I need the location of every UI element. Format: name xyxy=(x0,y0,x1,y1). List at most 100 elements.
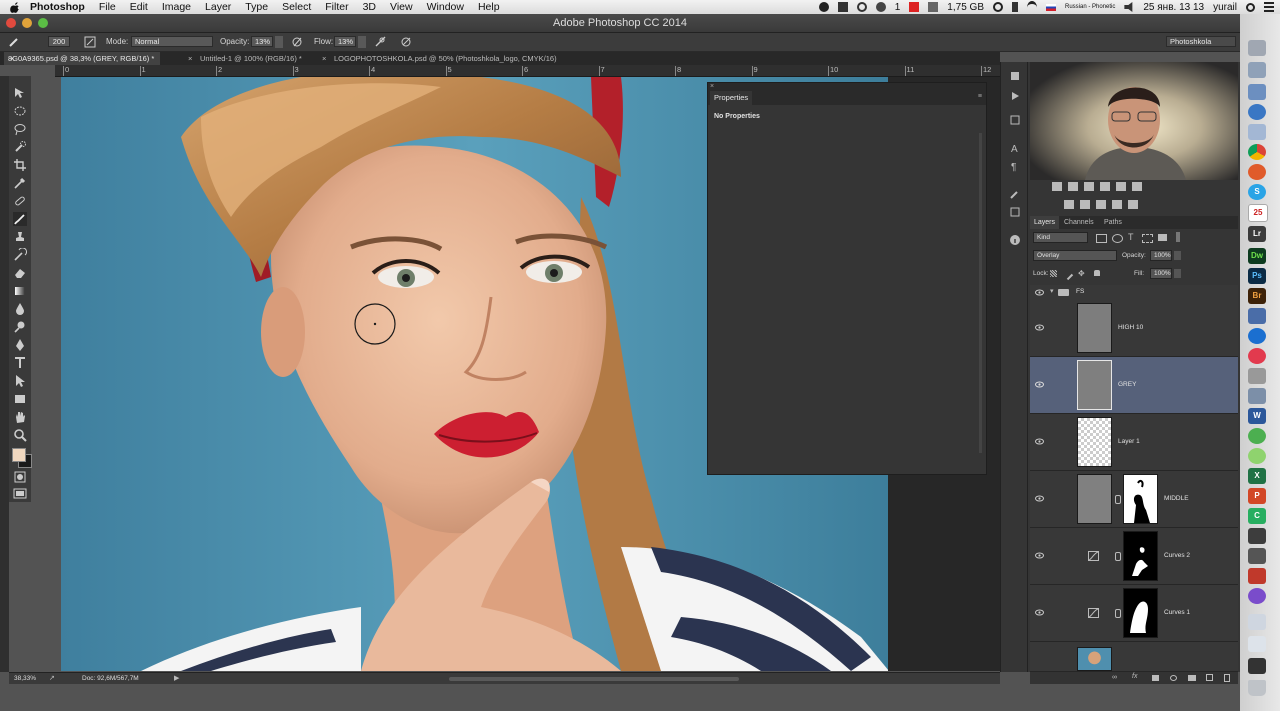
lasso-tool-icon[interactable] xyxy=(13,122,27,136)
dock-folder-icon[interactable] xyxy=(1248,614,1266,630)
trash-icon[interactable] xyxy=(1224,674,1230,682)
dock-bridge-icon[interactable]: Br xyxy=(1248,288,1266,304)
flow-field[interactable]: 13% xyxy=(334,36,356,47)
opacity-field[interactable]: 13% xyxy=(251,36,273,47)
blend-mode-select[interactable]: Overlay xyxy=(1033,250,1117,261)
layer-mask-thumbnail[interactable] xyxy=(1123,474,1158,524)
dock-app-icon[interactable] xyxy=(1248,308,1266,324)
screen-mode-icon[interactable] xyxy=(13,486,27,500)
layer-row-middle[interactable]: MIDDLE xyxy=(1030,471,1238,528)
info-panel-icon[interactable] xyxy=(1009,114,1021,126)
marquee-tool-icon[interactable] xyxy=(13,104,27,118)
eye-icon[interactable] xyxy=(1035,552,1044,559)
flag-icon[interactable] xyxy=(1046,3,1056,11)
eyedropper-tool-icon[interactable] xyxy=(13,176,27,190)
dock-firefox-icon[interactable] xyxy=(1248,164,1266,180)
type-tool-icon[interactable] xyxy=(13,356,27,370)
dock-skype-icon[interactable]: S xyxy=(1248,184,1266,200)
new-group-icon[interactable] xyxy=(1188,675,1196,681)
bluetooth-icon[interactable] xyxy=(1012,2,1018,12)
mode-select[interactable]: Normal xyxy=(131,36,213,47)
shape-tool-icon[interactable] xyxy=(13,392,27,406)
eye-icon[interactable] xyxy=(1035,324,1044,331)
dock-maps-icon[interactable] xyxy=(1248,448,1266,464)
menu-window[interactable]: Window xyxy=(427,1,464,13)
history-panel-icon[interactable] xyxy=(1009,70,1021,82)
status-menu-arrow-icon[interactable]: ▶ xyxy=(174,674,179,682)
new-adjustment-icon[interactable] xyxy=(1170,675,1177,681)
zoom-level[interactable]: 38,33% xyxy=(14,675,36,682)
sync-icon[interactable] xyxy=(856,2,867,12)
filter-type-icon[interactable]: T xyxy=(1128,232,1134,242)
menu-type[interactable]: Type xyxy=(245,1,268,13)
opacity-dropdown-button[interactable] xyxy=(275,36,283,48)
layer-mask-thumbnail[interactable] xyxy=(1123,531,1158,581)
dock-calendar-icon[interactable]: 25 xyxy=(1248,204,1268,222)
photo-filter-adjustment-icon[interactable] xyxy=(1064,200,1074,209)
wifi-icon[interactable] xyxy=(1027,0,1037,14)
brush-presets-icon[interactable] xyxy=(1009,206,1021,218)
crop-tool-icon[interactable] xyxy=(13,158,27,172)
curves-adjustment-icon[interactable] xyxy=(1084,182,1094,191)
cycle-icon[interactable] xyxy=(993,2,1003,12)
link-layers-icon[interactable]: ∞ xyxy=(1112,674,1117,681)
red-app-icon[interactable] xyxy=(909,2,920,12)
eye-icon[interactable] xyxy=(1035,381,1044,388)
quick-select-tool-icon[interactable] xyxy=(13,140,27,154)
layer-row-layer-1[interactable]: Layer 1 xyxy=(1030,414,1238,471)
exposure-adjustment-icon[interactable] xyxy=(1100,182,1110,191)
tab-layers[interactable]: Layers xyxy=(1030,216,1060,229)
share-icon[interactable]: ↗ xyxy=(49,674,55,682)
quick-mask-icon[interactable] xyxy=(13,470,27,484)
dock-word-icon[interactable]: W xyxy=(1248,408,1266,424)
history-brush-tool-icon[interactable] xyxy=(13,248,27,262)
menu-filter[interactable]: Filter xyxy=(325,1,348,13)
volume-icon[interactable] xyxy=(1124,2,1133,12)
dock-system-prefs-icon[interactable] xyxy=(1248,368,1266,384)
cloud-icon[interactable] xyxy=(875,2,886,12)
menu-layer[interactable]: Layer xyxy=(205,1,231,13)
clone-stamp-tool-icon[interactable] xyxy=(13,230,27,244)
layer-row-curves-1[interactable]: Curves 1 xyxy=(1030,585,1238,642)
properties-scrollbar[interactable] xyxy=(979,133,982,453)
brush-panel-icon[interactable] xyxy=(84,36,96,48)
hue-saturation-adjustment-icon[interactable] xyxy=(1132,182,1142,191)
menu-image[interactable]: Image xyxy=(162,1,191,13)
doc-tab-1[interactable]: × 8G0A9365.psd @ 38,3% (GREY, RGB/16) * xyxy=(4,52,161,65)
dock-trash-icon[interactable] xyxy=(1248,680,1266,696)
layer-row-grey[interactable]: GREY xyxy=(1030,357,1238,414)
dock-viber-icon[interactable] xyxy=(1248,588,1266,604)
tab-channels[interactable]: Channels xyxy=(1060,216,1098,229)
foreground-color-swatch[interactable] xyxy=(12,448,26,462)
new-layer-icon[interactable] xyxy=(1206,674,1213,681)
dock-chrome-icon[interactable] xyxy=(1248,144,1266,160)
doc-size[interactable]: Doc: 92,6M/567,7M xyxy=(82,675,139,682)
horizontal-ruler[interactable]: 0 1 2 3 4 5 6 7 8 9 10 11 12 xyxy=(55,65,1000,77)
tab-paths[interactable]: Paths xyxy=(1100,216,1126,229)
invert-adjustment-icon[interactable] xyxy=(1080,200,1090,209)
link-icon[interactable] xyxy=(1115,495,1121,504)
dock-appstore-icon[interactable] xyxy=(1248,328,1266,344)
brush-tool-preset-icon[interactable] xyxy=(8,36,20,48)
dock-preview-icon[interactable] xyxy=(1248,124,1266,140)
layer-row-background[interactable] xyxy=(1030,642,1238,672)
brightness-adjustment-icon[interactable] xyxy=(1052,182,1062,191)
layer-group-row[interactable]: ▾ FS xyxy=(1030,285,1238,301)
character-panel-icon[interactable]: A xyxy=(1009,142,1021,154)
group-expand-icon[interactable]: ▾ xyxy=(1050,287,1054,295)
info-circle-icon[interactable] xyxy=(1009,234,1021,246)
lock-all-icon[interactable] xyxy=(1094,270,1100,276)
keyboard-layout[interactable]: Russian - Phonetic xyxy=(1065,4,1115,10)
close-tab-icon[interactable]: × xyxy=(10,52,14,65)
apple-icon[interactable] xyxy=(10,1,20,13)
skype-icon[interactable] xyxy=(818,2,829,12)
move-tool-icon[interactable] xyxy=(13,86,27,100)
dock-app-icon[interactable] xyxy=(1248,548,1266,564)
gradient-tool-icon[interactable] xyxy=(13,284,27,298)
dock-photoshop-icon[interactable]: Ps xyxy=(1248,268,1266,284)
dock-tools-icon[interactable] xyxy=(1248,62,1266,78)
notification-center-icon[interactable] xyxy=(1264,2,1274,12)
gradient-map-adjustment-icon[interactable] xyxy=(1128,200,1138,209)
eraser-tool-icon[interactable] xyxy=(13,266,27,280)
layer-row-high-10[interactable]: HIGH 10 xyxy=(1030,300,1238,357)
